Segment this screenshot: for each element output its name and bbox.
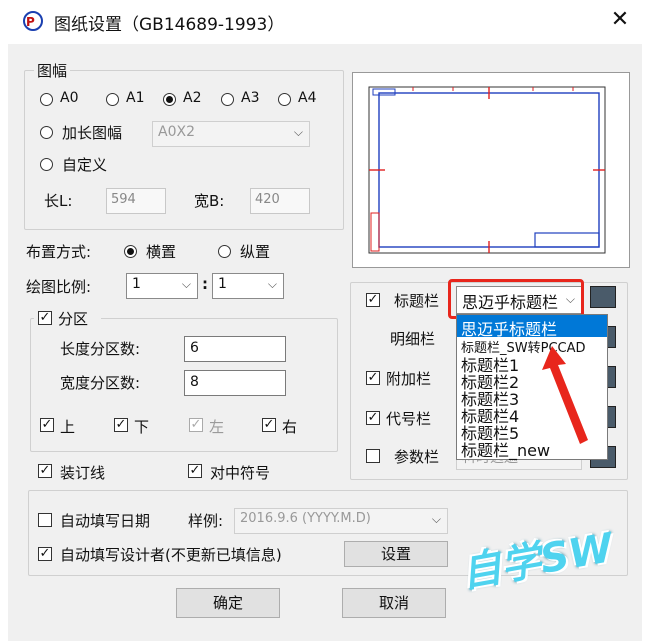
checkbox-icon [366, 449, 380, 463]
ok-button[interactable]: 确定 [176, 588, 280, 618]
zone-length-input[interactable]: 6 [184, 336, 286, 362]
zone-width-label: 宽度分区数: [60, 374, 141, 392]
checkbox-checked-icon: ✓ [366, 292, 380, 307]
checkbox-checked-icon: ✓ [114, 417, 128, 432]
radio-selected-icon [163, 93, 176, 106]
scale-separator: : [202, 275, 208, 293]
sheet-preview [352, 72, 630, 268]
radio-icon [40, 93, 53, 106]
annotation-arrow-icon [542, 346, 588, 444]
title-bar: P 图纸设置（GB14689-1993） ✕ [8, 0, 642, 44]
width-field[interactable]: 420 [250, 188, 310, 214]
scale-right-select[interactable]: 1 ⌵ [212, 273, 284, 299]
chevron-down-icon: ⌵ [431, 512, 441, 526]
app-logo-icon: P [23, 11, 43, 31]
layout-label: 布置方式: [26, 243, 92, 261]
date-format-select[interactable]: 2016.9.6 (YYYY.M.D) ⌵ [234, 508, 448, 534]
designer-settings-button[interactable]: 设置 [344, 541, 448, 567]
sheet-preview-drawing [368, 86, 606, 254]
cancel-button[interactable]: 取消 [342, 588, 446, 618]
detail-block-label: 明细栏 [390, 330, 436, 348]
length-label: 长L: [44, 192, 73, 210]
checkbox-checked-icon: ✓ [188, 463, 202, 478]
checkbox-checked-icon: ✓ [38, 546, 52, 561]
zone-width-input[interactable]: 8 [184, 370, 286, 396]
radio-icon [221, 93, 234, 106]
radio-icon [40, 126, 53, 139]
scale-label: 绘图比例: [26, 278, 92, 296]
checkbox-icon [38, 513, 52, 527]
checkbox-disabled-icon: ✓ [189, 417, 203, 432]
checkbox-checked-icon: ✓ [40, 417, 54, 432]
checkbox-checked-icon: ✓ [262, 417, 276, 432]
radio-icon [106, 93, 119, 106]
radio-icon [278, 93, 291, 106]
radio-icon [218, 245, 231, 258]
checkbox-checked-icon: ✓ [38, 310, 52, 325]
chevron-down-icon: ⌵ [267, 277, 277, 291]
dialog-window: P 图纸设置（GB14689-1993） ✕ 图幅 A0 A1 A2 A3 A4… [8, 0, 642, 641]
svg-text:P: P [26, 15, 35, 29]
chevron-down-icon: ⌵ [293, 125, 303, 139]
radio-icon [40, 158, 53, 171]
sample-label: 样例: [188, 512, 224, 530]
sheet-size-group-label: 图幅 [34, 60, 71, 81]
checkbox-checked-icon: ✓ [366, 410, 380, 425]
extended-size-select[interactable]: A0X2 ⌵ [152, 121, 310, 147]
close-icon[interactable]: ✕ [606, 6, 634, 34]
dropdown-item[interactable]: 标题栏_new [461, 437, 550, 461]
zones-checkbox[interactable]: ✓ 分区 [34, 308, 101, 328]
length-field[interactable]: 594 [106, 188, 166, 214]
width-label: 宽B: [194, 192, 225, 210]
title-block-stamp-icon[interactable] [590, 286, 616, 308]
checkbox-checked-icon: ✓ [38, 463, 52, 478]
radio-selected-icon [124, 245, 137, 258]
chevron-down-icon: ⌵ [181, 277, 191, 291]
scale-left-select[interactable]: 1 ⌵ [126, 273, 198, 299]
checkbox-checked-icon: ✓ [366, 370, 380, 385]
title-block-highlight [448, 279, 584, 319]
zone-length-label: 长度分区数: [60, 340, 141, 358]
window-title: 图纸设置（GB14689-1993） [54, 15, 285, 35]
